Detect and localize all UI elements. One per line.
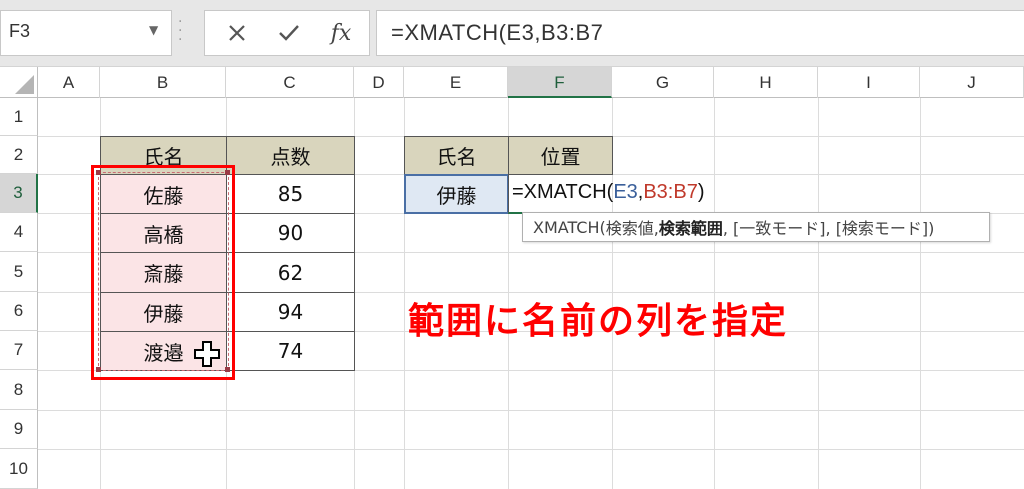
select-all-corner[interactable] [0,67,38,98]
column-header-c[interactable]: C [226,67,354,98]
formula-close: ) [697,181,705,203]
row-header-1[interactable]: 1 [0,98,38,136]
row-header-10[interactable]: 10 [0,449,38,489]
annotation-text: 範囲に名前の列を指定 [408,301,789,342]
check-icon[interactable] [271,15,307,51]
row-header-9[interactable]: 9 [0,410,38,449]
cell-e2[interactable]: 氏名 [404,136,509,175]
cell-e3[interactable]: 伊藤 [404,174,509,214]
close-icon[interactable] [219,15,255,51]
column-header-f[interactable]: F [508,67,612,98]
cell-c7[interactable]: 74 [226,331,355,371]
range-handle[interactable] [225,367,230,372]
formula-ref-e3: E3 [613,181,638,203]
name-box-value: F3 [9,21,31,41]
formula-function: =XMATCH( [512,181,614,203]
gridline [818,98,819,489]
gridline [38,449,1024,450]
cell-c5[interactable]: 62 [226,252,355,293]
cell-c3[interactable]: 85 [226,174,355,214]
row-header-5[interactable]: 5 [0,252,38,292]
cell-c4[interactable]: 90 [226,213,355,253]
column-header-b[interactable]: B [100,67,226,98]
column-header-i[interactable]: I [818,67,920,98]
tooltip-arg1[interactable]: 検索値, [606,215,659,239]
name-box[interactable]: F3 ▼ [0,10,172,56]
gridline [38,410,1024,411]
range-handle[interactable] [96,367,101,372]
tooltip-func[interactable]: XMATCH( [533,218,606,237]
formula-buttons: fx [204,10,370,56]
row-header-8[interactable]: 8 [0,370,38,410]
tooltip-arg2[interactable]: 検索範囲 [659,215,723,239]
column-header-d[interactable]: D [354,67,404,98]
row-header-3[interactable]: 3 [0,174,38,213]
cell-c6[interactable]: 94 [226,292,355,332]
column-header-bar: A B C D E F G H I J [0,66,1024,98]
row-header-6[interactable]: 6 [0,292,38,331]
formula-ref-b3-b7: B3:B7 [643,181,698,203]
column-header-j[interactable]: J [920,67,1024,98]
formula-input[interactable]: =XMATCH(E3,B3:B7 [376,10,1024,56]
range-handle[interactable] [96,170,101,175]
row-header-4[interactable]: 4 [0,213,38,252]
insert-function-button[interactable]: fx [323,15,359,51]
tooltip-rest[interactable]: , [一致モード], [検索モード]) [723,215,935,239]
gridline [920,98,921,489]
formula-text: =XMATCH(E3,B3:B7 [391,20,604,45]
range-handle[interactable] [225,170,230,175]
column-header-h[interactable]: H [714,67,818,98]
cell-f2[interactable]: 位置 [508,136,613,175]
cell-c2[interactable]: 点数 [226,136,355,175]
row-header-2[interactable]: 2 [0,136,38,174]
resize-handle[interactable]: · · · [178,15,182,47]
row-header-7[interactable]: 7 [0,331,38,370]
column-header-g[interactable]: G [612,67,714,98]
active-cell-formula[interactable]: =XMATCH(E3,B3:B7) [512,181,705,204]
column-header-e[interactable]: E [404,67,508,98]
function-tooltip: XMATCH(検索値, 検索範囲, [一致モード], [検索モード]) [522,212,990,242]
chevron-down-icon[interactable]: ▼ [149,23,158,37]
cell-cursor-icon [193,340,221,368]
column-header-a[interactable]: A [38,67,100,98]
